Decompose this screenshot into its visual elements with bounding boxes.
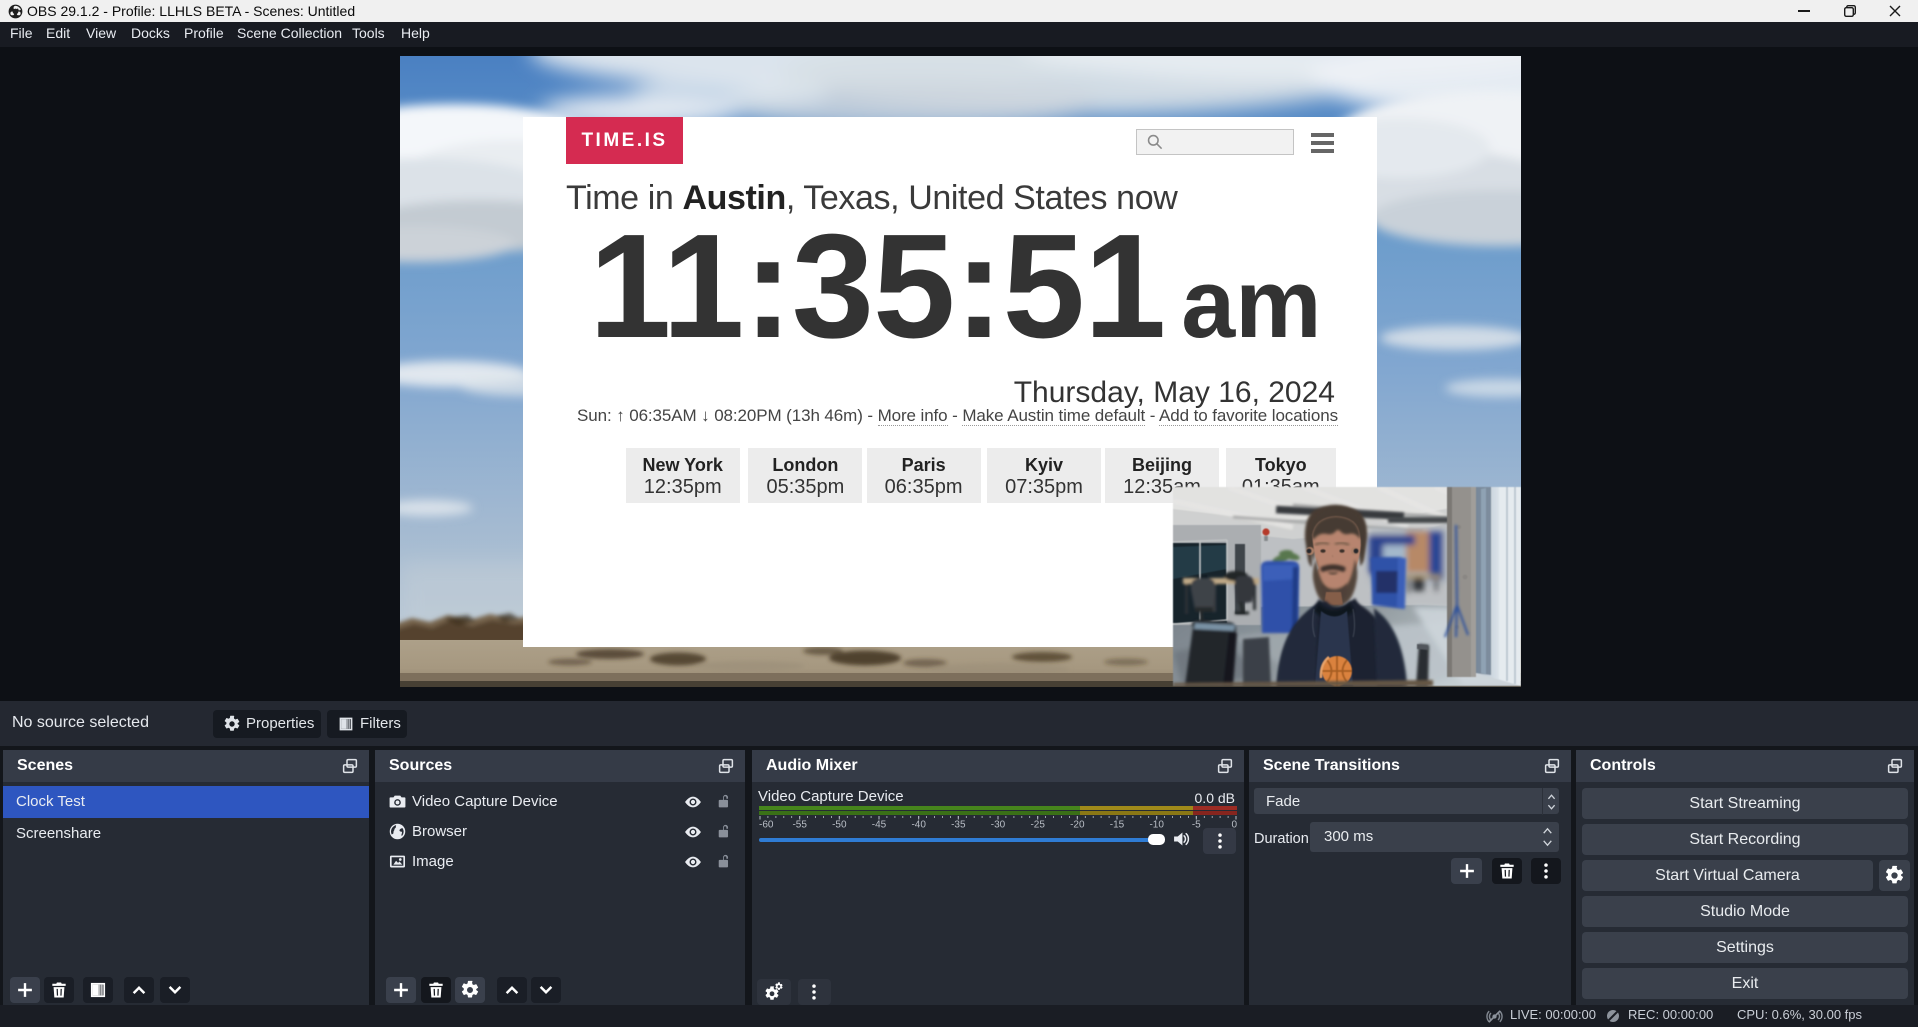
svg-text:-35: -35: [951, 820, 966, 829]
svg-text:-5: -5: [1192, 820, 1201, 829]
svg-text:-50: -50: [832, 820, 847, 829]
svg-text:-40: -40: [911, 820, 926, 829]
svg-text:-15: -15: [1110, 820, 1125, 829]
svg-text:-30: -30: [991, 820, 1006, 829]
svg-text:0: 0: [1231, 820, 1237, 829]
svg-text:-10: -10: [1149, 820, 1164, 829]
svg-text:-45: -45: [872, 820, 887, 829]
svg-text:-25: -25: [1030, 820, 1045, 829]
svg-text:-60: -60: [759, 820, 774, 829]
svg-text:-20: -20: [1070, 820, 1085, 829]
svg-text:-55: -55: [792, 820, 807, 829]
